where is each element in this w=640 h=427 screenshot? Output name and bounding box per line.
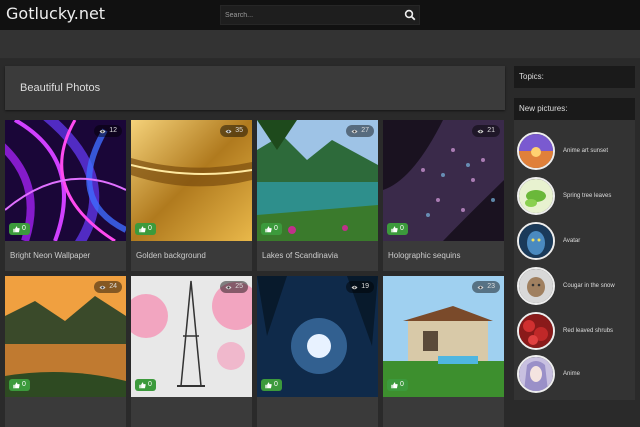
eye-icon (477, 285, 484, 290)
view-count: 19 (346, 281, 374, 293)
photo-card[interactable]: 25 0 (131, 276, 252, 427)
like-count: 0 (148, 225, 152, 232)
photo-title[interactable]: Golden background (136, 251, 206, 260)
nav-bar (0, 30, 640, 59)
view-count-value: 25 (235, 283, 243, 290)
topics-header: Topics: (514, 66, 635, 88)
like-button[interactable]: 0 (261, 223, 282, 235)
thumbs-up-icon (139, 382, 146, 389)
side-item-label[interactable]: Anime (563, 371, 580, 377)
new-pictures-list: Anime art sunset Spring tree leaves Avat… (514, 120, 635, 400)
thumbs-up-icon (13, 226, 20, 233)
side-item-red-shrubs[interactable]: Red leaved shrubs (514, 310, 635, 354)
side-item-label[interactable]: Spring tree leaves (563, 193, 611, 199)
side-item-label[interactable]: Anime art sunset (563, 148, 608, 154)
view-count-value: 19 (361, 283, 369, 290)
like-count: 0 (274, 381, 278, 388)
view-count-value: 23 (487, 283, 495, 290)
thumbs-up-icon (265, 382, 272, 389)
like-count: 0 (400, 381, 404, 388)
side-item-label[interactable]: Avatar (563, 238, 580, 244)
new-pictures-header: New pictures: (514, 98, 635, 120)
photo-card[interactable]: 19 0 (257, 276, 378, 427)
view-count-value: 24 (109, 283, 117, 290)
thumbnail[interactable] (517, 132, 555, 170)
thumbnail[interactable] (517, 312, 555, 350)
view-count-value: 27 (361, 127, 369, 134)
page-title: Beautiful Photos (20, 82, 101, 94)
like-button[interactable]: 0 (261, 379, 282, 391)
like-count: 0 (274, 225, 278, 232)
search-icon[interactable] (404, 9, 416, 21)
topics-label: Topics: (519, 72, 544, 81)
photo-title[interactable]: Holographic sequins (388, 251, 461, 260)
like-button[interactable]: 0 (387, 223, 408, 235)
view-count-value: 35 (235, 127, 243, 134)
eye-icon (477, 129, 484, 134)
eye-icon (351, 129, 358, 134)
side-item-avatar[interactable]: Avatar (514, 220, 635, 264)
photo-card[interactable]: 27 0 Lakes of Scandinavia (257, 120, 378, 271)
photo-title[interactable]: Bright Neon Wallpaper (10, 251, 90, 260)
side-item-anime-sunset[interactable]: Anime art sunset (514, 130, 635, 174)
thumbs-up-icon (13, 382, 20, 389)
thumbs-up-icon (391, 382, 398, 389)
view-count: 23 (472, 281, 500, 293)
search-input[interactable] (223, 8, 397, 22)
photo-card[interactable]: 12 0 Bright Neon Wallpaper (5, 120, 126, 271)
eye-icon (99, 129, 106, 134)
thumbs-up-icon (139, 226, 146, 233)
like-button[interactable]: 0 (135, 379, 156, 391)
site-logo[interactable]: Gotlucky.net (6, 4, 105, 23)
photo-title[interactable]: Lakes of Scandinavia (262, 251, 338, 260)
like-button[interactable]: 0 (9, 379, 30, 391)
eye-icon (99, 285, 106, 290)
eye-icon (225, 285, 232, 290)
new-pictures-label: New pictures: (519, 104, 568, 113)
view-count: 27 (346, 125, 374, 137)
like-count: 0 (400, 225, 404, 232)
thumbnail[interactable] (517, 267, 555, 305)
sidebar: Topics: New pictures: Anime art sunset S… (514, 66, 635, 400)
like-count: 0 (22, 381, 26, 388)
view-count: 21 (472, 125, 500, 137)
title-panel: Beautiful Photos (5, 66, 505, 110)
eye-icon (351, 285, 358, 290)
like-count: 0 (148, 381, 152, 388)
side-item-cougar[interactable]: Cougar in the snow (514, 265, 635, 309)
side-item-label[interactable]: Red leaved shrubs (563, 328, 613, 334)
like-button[interactable]: 0 (9, 223, 30, 235)
thumbnail[interactable] (517, 222, 555, 260)
like-button[interactable]: 0 (135, 223, 156, 235)
like-button[interactable]: 0 (387, 379, 408, 391)
eye-icon (225, 129, 232, 134)
photo-card[interactable]: 24 0 (5, 276, 126, 427)
photo-card[interactable]: 21 0 Holographic sequins (383, 120, 504, 271)
side-item-spring-leaves[interactable]: Spring tree leaves (514, 175, 635, 219)
view-count: 35 (220, 125, 248, 137)
view-count: 24 (94, 281, 122, 293)
thumbnail[interactable] (517, 355, 555, 393)
view-count: 25 (220, 281, 248, 293)
thumbs-up-icon (391, 226, 398, 233)
thumbs-up-icon (265, 226, 272, 233)
photo-card[interactable]: 35 0 Golden background (131, 120, 252, 271)
like-count: 0 (22, 225, 26, 232)
photo-card[interactable]: 23 0 (383, 276, 504, 427)
view-count: 12 (94, 125, 122, 137)
side-item-anime[interactable]: Anime (514, 353, 635, 397)
thumbnail[interactable] (517, 177, 555, 215)
side-item-label[interactable]: Cougar in the snow (563, 283, 615, 289)
top-bar: Gotlucky.net (0, 0, 640, 30)
view-count-value: 12 (109, 127, 117, 134)
search-box (220, 5, 420, 25)
view-count-value: 21 (487, 127, 495, 134)
